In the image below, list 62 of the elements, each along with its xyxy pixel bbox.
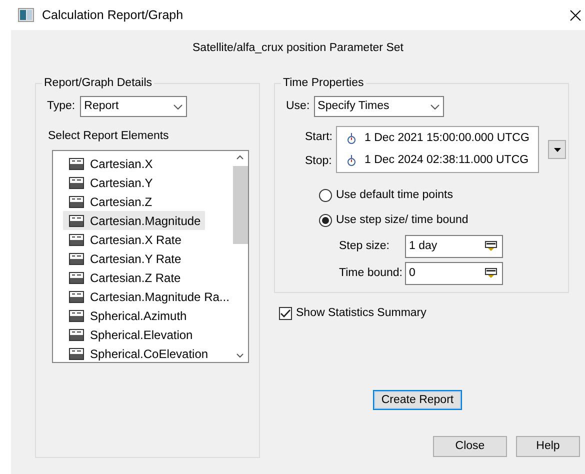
time-bound-label: Time bound: — [339, 266, 404, 281]
list-item[interactable]: Spherical.Elevation — [63, 325, 197, 344]
calculator-icon — [485, 268, 497, 279]
list-item-icon — [69, 196, 84, 208]
close-icon[interactable] — [570, 10, 581, 20]
stopwatch-icon — [347, 133, 356, 144]
app-icon — [18, 8, 34, 22]
list-item[interactable]: Spherical.Azimuth — [63, 306, 191, 326]
radio-label: Use default time points — [336, 188, 453, 203]
use-label: Use: — [286, 98, 310, 114]
create-report-button[interactable]: Create Report — [373, 390, 462, 410]
caret-down-icon — [554, 148, 561, 152]
start-label: Start: — [305, 130, 332, 145]
chevron-down-icon — [173, 104, 184, 110]
list-item-icon — [69, 328, 84, 341]
list-item-icon — [69, 234, 84, 246]
group-title: Time Properties — [281, 76, 366, 90]
radio-button[interactable] — [319, 214, 332, 227]
stop-label: Stop: — [305, 154, 332, 169]
scroll-down-icon[interactable] — [236, 353, 244, 358]
list-item-icon — [69, 252, 84, 265]
close-button[interactable]: Close — [433, 436, 507, 457]
dialog-heading: Satellite/alfa_crux position Parameter Set — [192, 41, 404, 56]
step-size-field[interactable]: 1 day — [405, 235, 503, 258]
checkbox-label: Show Statistics Summary — [296, 306, 426, 321]
calculator-icon — [485, 241, 497, 252]
help-button[interactable]: Help — [516, 436, 580, 457]
checkbox[interactable] — [279, 307, 292, 320]
list-item-icon — [69, 176, 84, 189]
type-dropdown[interactable]: Report — [80, 96, 188, 117]
stop-time: 1 Dec 2024 02:38:11.000 UTCG — [364, 152, 529, 168]
group-title: Report/Graph Details — [42, 76, 154, 90]
list-item[interactable]: Cartesian.Magnitude — [63, 211, 205, 230]
list-item[interactable]: Cartesian.Z Rate — [63, 268, 185, 288]
start-time: 1 Dec 2021 15:00:00.000 UTCG — [364, 131, 530, 146]
use-dropdown[interactable]: Specify Times — [314, 96, 444, 117]
list-item-icon — [69, 272, 84, 284]
list-item[interactable]: Cartesian.Y Rate — [63, 249, 186, 268]
window-title: Calculation Report/Graph — [42, 6, 184, 24]
list-item-icon — [69, 290, 84, 303]
dropdown-button[interactable] — [548, 140, 566, 159]
list-item[interactable]: Cartesian.X — [63, 154, 157, 174]
time-bound-field[interactable]: 0 — [405, 262, 503, 285]
list-item[interactable]: Cartesian.X Rate — [63, 230, 186, 250]
list-item[interactable]: Spherical.CoElevation — [63, 344, 212, 362]
scroll-thumb[interactable] — [232, 166, 248, 244]
list-item-icon — [69, 348, 84, 360]
stopwatch-icon — [347, 154, 356, 166]
chevron-down-icon — [430, 104, 440, 110]
radio-label: Use step size/ time bound — [336, 212, 468, 228]
list-item-icon — [69, 310, 84, 322]
step-size-label: Step size: — [339, 238, 390, 254]
scroll-up-icon[interactable] — [236, 155, 244, 160]
type-label: Type: — [47, 98, 76, 114]
elements-label: Select Report Elements — [48, 130, 169, 142]
radio-button[interactable] — [319, 189, 332, 202]
list-item[interactable]: Cartesian.Z — [63, 192, 156, 212]
list-item[interactable]: Cartesian.Y — [63, 173, 157, 192]
list-item-icon — [69, 214, 84, 227]
time-interval-field[interactable]: 1 Dec 2021 15:00:00.000 UTCG 1 Dec 2024 02:38:11.000 UTCG — [336, 126, 540, 173]
list-item[interactable]: Cartesian.Magnitude Ra... — [63, 287, 232, 306]
list-item-icon — [69, 158, 84, 170]
